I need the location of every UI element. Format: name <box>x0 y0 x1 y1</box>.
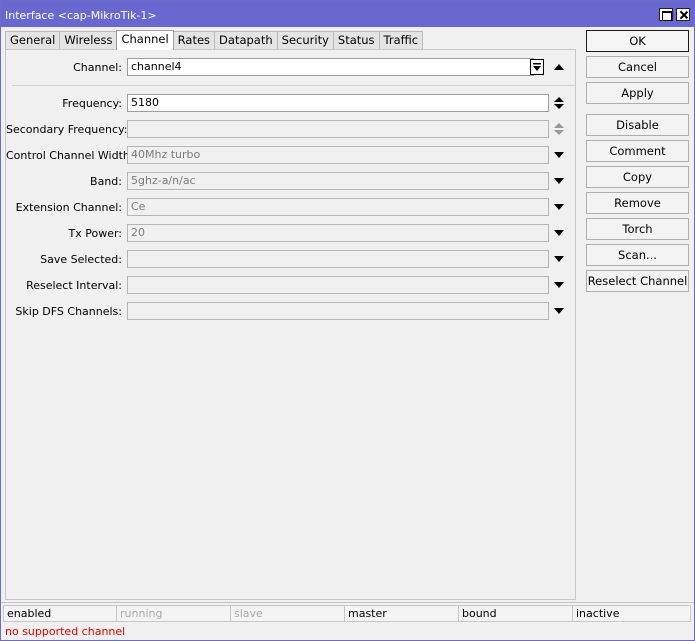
maximize-icon[interactable] <box>659 8 673 21</box>
secondary-frequency-row: Secondary Frequency: <box>6 120 577 140</box>
control-channel-width-field[interactable]: 40Mhz turbo <box>127 146 549 164</box>
save-selected-dropdown-icon[interactable] <box>554 253 564 265</box>
extension-channel-field[interactable]: Ce <box>127 198 549 216</box>
tx-power-label: Tx Power: <box>68 227 123 240</box>
status-enabled: enabled <box>3 605 117 622</box>
secondary-frequency-field[interactable] <box>127 120 549 138</box>
tab-general[interactable]: General <box>5 31 61 50</box>
band-label: Band: <box>90 175 122 188</box>
tx-power-row: Tx Power: 20 <box>6 224 577 244</box>
channel-row: Channel: channel4 <box>6 58 577 78</box>
band-field[interactable]: 5ghz-a/n/ac <box>127 172 549 190</box>
secondary-frequency-label: Secondary Frequency: <box>6 123 128 136</box>
extension-channel-dropdown-icon[interactable] <box>554 201 564 213</box>
tab-datapath[interactable]: Datapath <box>214 31 278 50</box>
channel-panel: Channel: channel4 Frequency: 5180 Second… <box>5 49 576 600</box>
reselect-interval-field[interactable] <box>127 276 549 294</box>
tab-traffic[interactable]: Traffic <box>378 31 424 50</box>
remove-button[interactable]: Remove <box>586 192 689 214</box>
save-selected-row: Save Selected: <box>6 250 577 270</box>
control-channel-width-dropdown-icon[interactable] <box>554 149 564 161</box>
reselect-interval-dropdown-icon[interactable] <box>554 279 564 291</box>
dropdown-icon <box>533 63 541 71</box>
tab-wireless[interactable]: Wireless <box>59 31 118 50</box>
copy-button[interactable]: Copy <box>586 166 689 188</box>
torch-button[interactable]: Torch <box>586 218 689 240</box>
band-dropdown-icon[interactable] <box>554 175 564 187</box>
tx-power-dropdown-icon[interactable] <box>554 227 564 239</box>
ok-button[interactable]: OK <box>586 30 689 52</box>
tx-power-field[interactable]: 20 <box>127 224 549 242</box>
channel-dropdown-button[interactable] <box>530 59 544 75</box>
tab-status[interactable]: Status <box>332 31 380 50</box>
separator <box>12 85 575 86</box>
frequency-label: Frequency: <box>62 97 122 110</box>
status-bar: enabled running slave master bound inact… <box>1 602 694 623</box>
secondary-frequency-spinner-icon[interactable] <box>554 123 564 135</box>
save-selected-label: Save Selected: <box>40 253 122 266</box>
status-inactive: inactive <box>572 605 691 622</box>
close-icon[interactable] <box>676 8 690 21</box>
cancel-button[interactable]: Cancel <box>586 56 689 78</box>
status-master: master <box>344 605 459 622</box>
skip-dfs-channels-field[interactable] <box>127 302 549 320</box>
tab-strip: General Wireless Channel Rates Datapath … <box>5 30 424 50</box>
interface-window: Interface <cap-MikroTik-1> General Wirel… <box>0 0 695 641</box>
control-channel-width-label: Control Channel Width: <box>6 149 134 162</box>
channel-field[interactable]: channel4 <box>127 58 534 76</box>
collapse-up-icon[interactable] <box>554 61 564 73</box>
reselect-interval-label: Reselect Interval: <box>26 279 122 292</box>
tab-security[interactable]: Security <box>276 31 334 50</box>
channel-label: Channel: <box>73 61 122 74</box>
tab-rates[interactable]: Rates <box>172 31 216 50</box>
error-message: no supported channel <box>5 625 126 638</box>
window-title: Interface <cap-MikroTik-1> <box>5 9 157 22</box>
band-row: Band: 5ghz-a/n/ac <box>6 172 577 192</box>
comment-button[interactable]: Comment <box>586 140 689 162</box>
status-bound: bound <box>458 605 573 622</box>
skip-dfs-channels-dropdown-icon[interactable] <box>554 305 564 317</box>
status-running: running <box>116 605 231 622</box>
save-selected-field[interactable] <box>127 250 549 268</box>
control-channel-width-row: Control Channel Width: 40Mhz turbo <box>6 146 577 166</box>
disable-button[interactable]: Disable <box>586 114 689 136</box>
apply-button[interactable]: Apply <box>586 82 689 104</box>
skip-dfs-channels-label: Skip DFS Channels: <box>15 305 122 318</box>
reselect-interval-row: Reselect Interval: <box>6 276 577 296</box>
reselect-channel-button[interactable]: Reselect Channel <box>586 270 689 292</box>
status-slave: slave <box>230 605 345 622</box>
extension-channel-label: Extension Channel: <box>15 201 122 214</box>
frequency-spinner-icon[interactable] <box>554 97 564 109</box>
frequency-field[interactable]: 5180 <box>127 94 549 112</box>
title-bar[interactable]: Interface <cap-MikroTik-1> <box>1 1 694 27</box>
frequency-row: Frequency: 5180 <box>6 94 577 114</box>
extension-channel-row: Extension Channel: Ce <box>6 198 577 218</box>
skip-dfs-channels-row: Skip DFS Channels: <box>6 302 577 322</box>
tab-channel[interactable]: Channel <box>116 30 174 50</box>
scan-button[interactable]: Scan... <box>586 244 689 266</box>
